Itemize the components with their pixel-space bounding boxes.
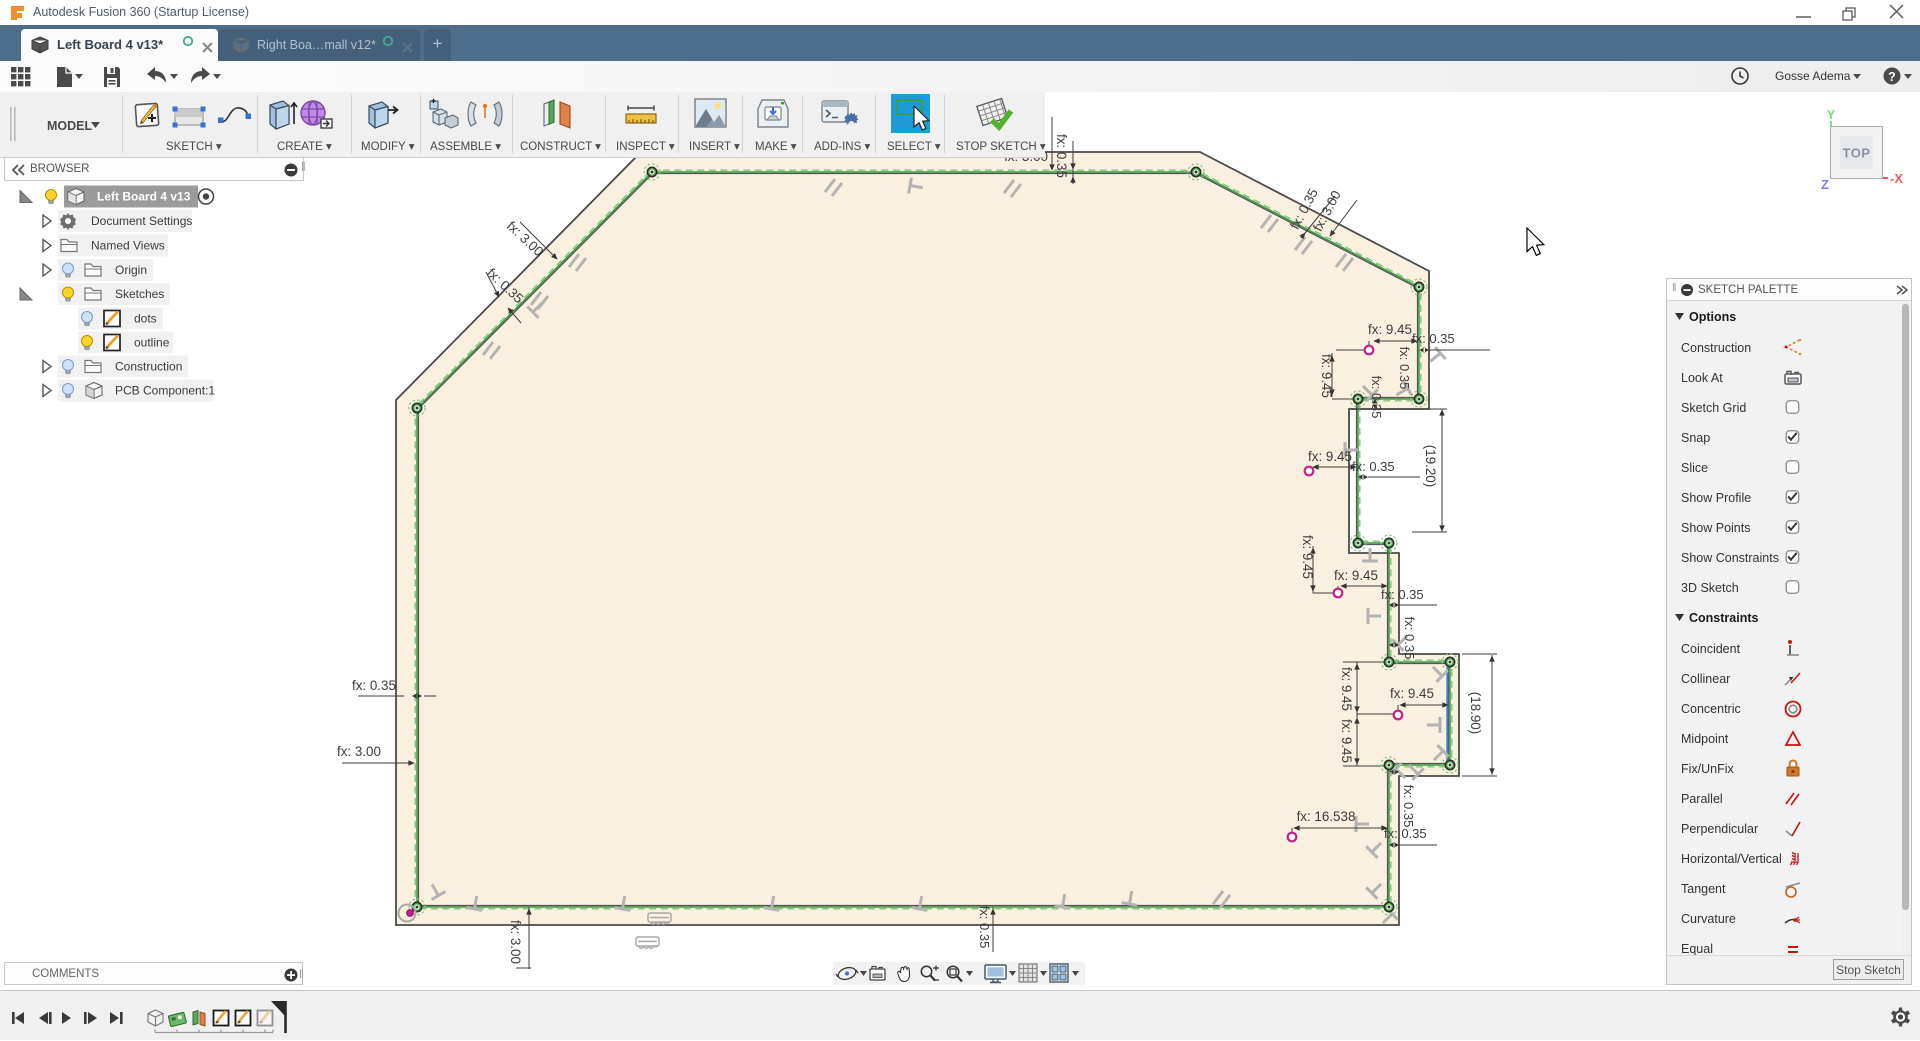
svg-text:fx: 3.00: fx: 3.00: [337, 744, 381, 759]
svg-text:Origin: Origin: [115, 263, 147, 277]
svg-text:fx: 9.45: fx: 9.45: [1390, 686, 1434, 701]
svg-text:TOP: TOP: [1843, 146, 1871, 161]
svg-text:fx: 0.35: fx: 0.35: [1401, 785, 1416, 828]
svg-text:Y: Y: [1827, 107, 1836, 122]
svg-text:fx: 3.00: fx: 3.00: [508, 920, 523, 964]
svg-text:fx: 0.35: fx: 0.35: [352, 678, 396, 693]
svg-text:fx: 0.35: fx: 0.35: [1397, 347, 1412, 390]
svg-text:outline: outline: [134, 336, 170, 350]
svg-text:fx: 0.35: fx: 0.35: [1369, 376, 1384, 419]
svg-text:fx: 0.35: fx: 0.35: [1384, 826, 1427, 841]
svg-text:Left Board 4 v13: Left Board 4 v13: [97, 190, 191, 204]
svg-text:dots: dots: [134, 312, 157, 326]
svg-text:Z: Z: [1821, 177, 1829, 192]
svg-text:(19.20): (19.20): [1423, 445, 1438, 487]
svg-text:fx: 9.45: fx: 9.45: [1368, 322, 1412, 337]
svg-text:Gosse Adema: Gosse Adema: [1775, 69, 1851, 83]
svg-text:fx: 0.35: fx: 0.35: [1352, 459, 1395, 474]
svg-text:fx: 0.35: fx: 0.35: [977, 906, 992, 949]
svg-text:Sketches: Sketches: [115, 287, 164, 301]
svg-text:fx: 9.45: fx: 9.45: [1339, 667, 1354, 711]
svg-text:fx: 16.538: fx: 16.538: [1297, 809, 1356, 824]
svg-text:fx: 9.45: fx: 9.45: [1339, 719, 1354, 763]
svg-text:fx: 0.35: fx: 0.35: [1412, 331, 1455, 346]
svg-text:PCB Component:1: PCB Component:1: [115, 384, 215, 398]
svg-text:fx: 9.45: fx: 9.45: [1308, 449, 1352, 464]
svg-text:Named Views: Named Views: [91, 239, 165, 253]
svg-text:fx: 0.35: fx: 0.35: [1054, 134, 1069, 178]
svg-text:Document Settings: Document Settings: [91, 214, 192, 228]
svg-text:fx: 9.45: fx: 9.45: [1334, 568, 1378, 583]
svg-text:?: ?: [1888, 70, 1896, 84]
svg-text:-X: -X: [1890, 171, 1903, 186]
svg-text:Construction: Construction: [115, 360, 182, 374]
svg-text:(18.90): (18.90): [1468, 692, 1483, 734]
svg-text:fx: 0.35: fx: 0.35: [1381, 587, 1424, 602]
svg-text:fx: 0.35: fx: 0.35: [1402, 617, 1417, 660]
